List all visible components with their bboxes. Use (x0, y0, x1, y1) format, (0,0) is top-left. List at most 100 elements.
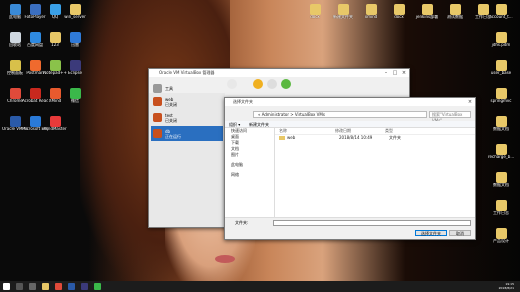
app-icon (69, 32, 81, 43)
app-icon (365, 4, 377, 15)
start-menu-icon[interactable] (3, 283, 10, 290)
desktop-icon-label: user_base (490, 71, 512, 75)
desktop-icon-label: Eclipse (67, 71, 83, 75)
tools-icon (153, 83, 162, 93)
app-icon (421, 4, 433, 15)
app-icon (495, 60, 507, 71)
desktop-icon-label: 微信 (71, 99, 79, 103)
app-icon (69, 60, 81, 71)
system-clock[interactable]: 19:15 2018/8/21 (499, 282, 514, 290)
settings-icon[interactable] (253, 79, 263, 89)
nav-network[interactable]: 网络 (225, 172, 274, 178)
desktop-icon[interactable]: user_base (488, 60, 514, 75)
vm-item-test[interactable]: test 已关闭 (151, 110, 223, 125)
file-row[interactable]: web 2018/8/14 10:49 文件夹 (275, 135, 475, 141)
desktop-icon-label: recharge_b... (488, 155, 514, 159)
desktop-icon[interactable]: docx (302, 4, 328, 19)
app-icon (9, 60, 21, 71)
start-icon[interactable] (281, 79, 291, 89)
app-icon (495, 172, 507, 183)
app-icon (49, 60, 61, 71)
desktop-icon[interactable]: win_server (62, 4, 88, 19)
folder-icon (279, 136, 285, 140)
desktop-icon[interactable]: 数据文档 (488, 172, 514, 187)
address-bar[interactable]: « Administrator > VirtualBox VMs (253, 111, 427, 118)
desktop-icon-label: 新建文件夹 (333, 15, 353, 19)
app-icon (495, 228, 507, 239)
desktop-icon-label: MindMaster (43, 127, 67, 131)
col-name[interactable]: 名称 (275, 128, 335, 134)
desktop-icon-label: 产品设计 (493, 239, 509, 243)
virtualbox-titlebar[interactable]: Oracle VM VirtualBox 管理器 – □ × (149, 69, 409, 77)
vm-db-icon (153, 129, 162, 138)
desktop-icon-label: account_t... (489, 15, 513, 19)
organize-button[interactable]: 组织 ▾ (229, 121, 240, 128)
vm-item-db[interactable]: db 正在运行 (151, 126, 223, 141)
app-icon (49, 116, 61, 127)
close-icon[interactable]: × (467, 98, 473, 106)
desktop-icon-label: xmind (364, 15, 378, 19)
nav-pictures[interactable]: 图片 (225, 152, 274, 158)
new-folder-button[interactable]: 新建文件夹 (249, 121, 269, 128)
close-icon[interactable]: × (401, 69, 407, 77)
desktop-icon[interactable]: MindMaster (42, 116, 68, 131)
folder-label: 文件夹: (235, 220, 249, 225)
desktop-icon-label: 工作日志 (493, 211, 509, 215)
app-icon (477, 4, 489, 15)
file-type: 文件夹 (389, 135, 401, 140)
app-icon (495, 32, 507, 43)
desktop-icon[interactable]: jdhs.pdm (488, 32, 514, 47)
search-icon[interactable] (16, 283, 23, 290)
vm-test-icon (153, 113, 162, 122)
folder-input[interactable] (273, 220, 471, 226)
desktop-icon[interactable]: 微信 (62, 88, 88, 103)
app-icon (29, 88, 41, 99)
app-icon (495, 4, 507, 15)
virtualbox-taskbar-icon[interactable] (68, 283, 75, 290)
folder-dialog[interactable]: 选择文件夹 × « Administrator > VirtualBox VMs… (224, 97, 476, 240)
desktop-icon[interactable]: 数据文档 (488, 116, 514, 131)
app-icon (495, 200, 507, 211)
desktop-icon[interactable]: recharge_b... (488, 144, 514, 159)
task-view-icon[interactable] (29, 283, 36, 290)
desktop-icon[interactable]: account_t... (488, 4, 514, 19)
vm-item-web[interactable]: web 已关闭 (151, 94, 223, 109)
file-explorer-icon[interactable] (42, 283, 49, 290)
dialog-titlebar[interactable]: 选择文件夹 × (225, 98, 475, 106)
file-list: 名称 修改日期 类型 web 2018/8/14 10:49 文件夹 (275, 128, 475, 217)
wechat-taskbar-icon[interactable] (94, 283, 101, 290)
chrome-icon[interactable] (55, 283, 62, 290)
nav-pane: 快速访问 桌面 下载 文档 图片 此电脑 网络 (225, 128, 275, 217)
app-icon (29, 32, 41, 43)
app-icon (49, 4, 61, 15)
nav-this-pc[interactable]: 此电脑 (225, 162, 274, 168)
col-date[interactable]: 修改日期 (335, 128, 385, 134)
dialog-toolbar: 组织 ▾ 新建文件夹 (225, 121, 475, 128)
desktop-icon[interactable]: jenkins部署 (414, 4, 440, 19)
cancel-button[interactable]: 取消 (449, 230, 471, 236)
select-folder-button[interactable]: 选择文件夹 (415, 230, 447, 236)
eclipse-taskbar-icon[interactable] (81, 283, 88, 290)
minimize-icon[interactable]: – (383, 69, 389, 77)
desktop-icon[interactable]: 产品设计 (488, 228, 514, 243)
search-input[interactable]: 搜索"VirtualBox VMs" (429, 111, 471, 123)
desktop-icon[interactable]: 测试数据 (442, 4, 468, 19)
file-name: web (287, 135, 296, 140)
desktop-icon[interactable]: xmind (358, 4, 384, 19)
desktop-icon[interactable]: docx (386, 4, 412, 19)
vm-status: 已关闭 (165, 117, 177, 123)
desktop-icon-label: jdhs.pdm (491, 43, 511, 47)
desktop-icon[interactable]: 迅雷 (62, 32, 88, 47)
col-type[interactable]: 类型 (385, 128, 393, 134)
tools-item[interactable]: 工具 (151, 83, 223, 93)
desktop-icon[interactable]: springmvc (488, 88, 514, 103)
maximize-icon[interactable]: □ (392, 69, 398, 77)
dialog-title: 选择文件夹 (233, 99, 253, 104)
discard-icon[interactable] (267, 79, 277, 89)
desktop-icon[interactable]: Eclipse (62, 60, 88, 75)
new-vm-icon[interactable] (227, 79, 237, 89)
desktop-icon[interactable]: 工作日志 (488, 200, 514, 215)
desktop-icon-label: 数据文档 (493, 183, 509, 187)
app-icon (29, 4, 41, 15)
desktop-icon[interactable]: 新建文件夹 (330, 4, 356, 19)
